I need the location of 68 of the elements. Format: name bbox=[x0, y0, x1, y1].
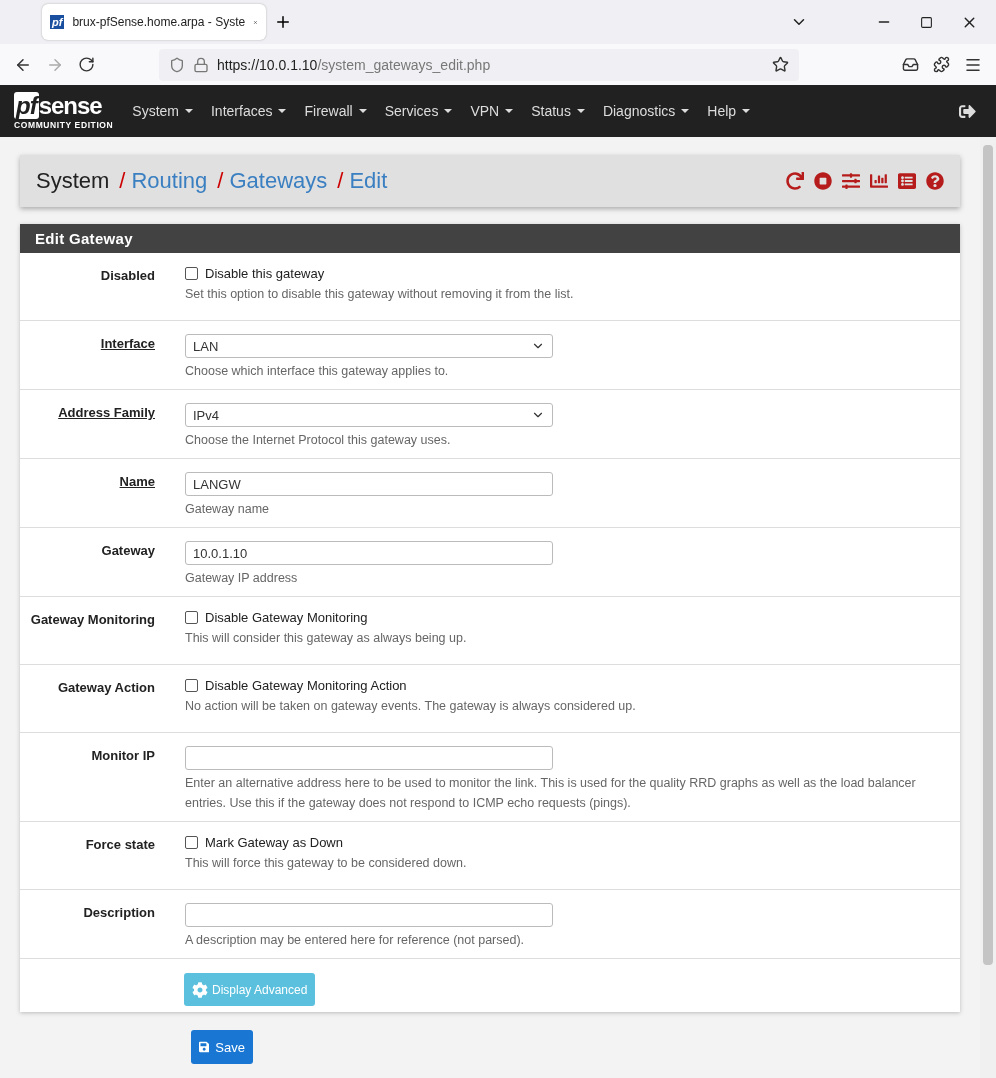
menu-item[interactable]: Status bbox=[522, 103, 594, 119]
help-text: Choose which interface this gateway applies to. bbox=[185, 363, 450, 380]
checkbox-box[interactable] bbox=[185, 836, 198, 849]
menu-item[interactable]: Help bbox=[698, 103, 760, 119]
browser-tab[interactable]: pf brux-pfSense.home.arpa - Syste bbox=[42, 4, 266, 40]
list-icon[interactable] bbox=[898, 172, 916, 190]
logout-icon[interactable] bbox=[959, 102, 976, 120]
input-field[interactable]: LANGW bbox=[185, 472, 553, 496]
field-label: Name bbox=[118, 473, 155, 491]
save-icon bbox=[199, 1039, 210, 1055]
field-label: Gateway bbox=[100, 542, 155, 560]
field-label: Address Family bbox=[57, 404, 155, 422]
reload-icon[interactable] bbox=[78, 56, 95, 73]
menu-item[interactable]: VPN bbox=[461, 103, 523, 119]
field-label: Interface bbox=[99, 335, 155, 353]
shield-icon bbox=[169, 56, 185, 73]
breadcrumb-separator: / bbox=[337, 168, 344, 194]
menu-item[interactable]: Services bbox=[375, 103, 462, 119]
field-label: Gateway Monitoring bbox=[29, 611, 155, 629]
help-text: No action will be taken on gateway events. The gateway is always considered up. bbox=[185, 698, 637, 715]
breadcrumb-text: System bbox=[36, 168, 110, 194]
help-text: Gateway name bbox=[185, 501, 271, 518]
checkbox[interactable]: Disable Gateway Monitoring Action bbox=[185, 678, 940, 693]
checkbox[interactable]: Mark Gateway as Down bbox=[185, 835, 940, 850]
sliders-icon[interactable] bbox=[842, 172, 860, 190]
breadcrumb-separator: / bbox=[119, 168, 126, 194]
menu-item[interactable]: System bbox=[123, 103, 202, 119]
field-label: Disabled bbox=[99, 267, 155, 285]
input-field[interactable] bbox=[185, 746, 553, 770]
menu-item[interactable]: Diagnostics bbox=[593, 103, 699, 119]
new-tab-icon[interactable] bbox=[274, 13, 292, 31]
extensions-icon[interactable] bbox=[933, 56, 950, 73]
lock-icon bbox=[193, 56, 209, 73]
checkbox-box[interactable] bbox=[185, 611, 198, 624]
favicon-icon: pf bbox=[50, 15, 65, 29]
field-label: Description bbox=[82, 904, 155, 922]
field-label: Gateway Action bbox=[56, 679, 155, 697]
chart-icon[interactable] bbox=[870, 172, 888, 190]
menu-item[interactable]: Interfaces bbox=[202, 103, 296, 119]
help-text: Set this option to disable this gateway without removing it from the list. bbox=[185, 286, 575, 303]
star-icon[interactable] bbox=[772, 56, 789, 73]
scrollbar[interactable] bbox=[980, 137, 996, 1078]
checkbox[interactable]: Disable Gateway Monitoring bbox=[185, 610, 940, 625]
maximize-icon[interactable] bbox=[920, 15, 933, 29]
menu-item[interactable]: Firewall bbox=[295, 103, 376, 119]
stop-icon[interactable] bbox=[814, 172, 832, 190]
help-text: A description may be entered here for reference (not parsed). bbox=[185, 932, 526, 949]
help-text: This will force this gateway to be considered down. bbox=[185, 855, 468, 872]
help-text: This will consider this gateway as always being up. bbox=[185, 630, 468, 647]
help-icon[interactable] bbox=[926, 172, 944, 190]
checkbox-box[interactable] bbox=[185, 679, 198, 692]
select-field[interactable]: LAN bbox=[185, 334, 553, 358]
help-text: Enter an alternative address here to be used to monitor the link. This is used for the quality RRD graphs as well as the load balancer entries. Use this if the gateway does not respond to ICMP echo requests (pings). bbox=[185, 775, 917, 812]
select-field[interactable]: IPv4 bbox=[185, 403, 553, 427]
breadcrumb-separator: / bbox=[217, 168, 224, 194]
checkbox-box[interactable] bbox=[185, 267, 198, 280]
help-text: Choose the Internet Protocol this gateway uses. bbox=[185, 432, 452, 449]
panel-title: Edit Gateway bbox=[20, 224, 960, 253]
input-field[interactable] bbox=[185, 903, 553, 927]
help-text: Gateway IP address bbox=[185, 570, 299, 587]
input-field[interactable]: 10.0.1.10 bbox=[185, 541, 553, 565]
gear-icon bbox=[192, 981, 208, 998]
field-label: Monitor IP bbox=[90, 747, 155, 765]
checkbox[interactable]: Disable this gateway bbox=[185, 266, 940, 281]
url-field[interactable]: https://10.0.1.10/system_gateways_edit.php bbox=[159, 48, 799, 81]
save-button[interactable]: Save bbox=[191, 1030, 253, 1064]
field-label: Force state bbox=[84, 836, 155, 854]
pocket-icon[interactable] bbox=[902, 56, 919, 73]
